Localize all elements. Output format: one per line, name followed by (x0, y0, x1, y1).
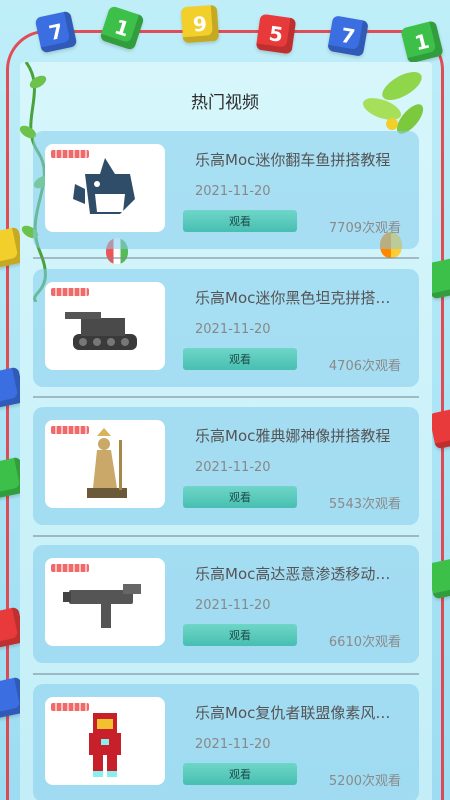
watch-button[interactable]: 观看 (183, 348, 297, 370)
video-thumbnail[interactable] (45, 282, 165, 370)
page-title: 热门视频 (191, 93, 259, 113)
video-thumbnail[interactable] (45, 420, 165, 508)
divider (33, 257, 419, 259)
divider (33, 535, 419, 537)
number-cube-icon: 7 (327, 15, 369, 57)
number-cube-icon: 7 (34, 10, 78, 54)
video-thumbnail[interactable] (45, 558, 165, 646)
number-cube-icon: 5 (255, 13, 297, 55)
video-title: 乐高Moc复仇者联盟像素风… (195, 704, 391, 722)
video-thumbnail[interactable] (45, 697, 165, 785)
watch-button[interactable]: 观看 (183, 763, 297, 785)
ribbon-badge (51, 426, 89, 434)
video-card[interactable]: 乐高Moc迷你黑色坦克拼搭… 2021-11-20 观看 4706次观看 (33, 269, 419, 387)
video-date: 2021-11-20 (195, 460, 271, 475)
watch-button[interactable]: 观看 (183, 486, 297, 508)
video-title: 乐高Moc高达恶意渗透移动… (195, 565, 391, 583)
view-count: 6610次观看 (328, 635, 401, 650)
video-date: 2021-11-20 (195, 737, 271, 752)
watch-button[interactable]: 观看 (183, 210, 297, 232)
ribbon-badge (51, 703, 89, 711)
video-title: 乐高Moc雅典娜神像拼搭教程 (195, 427, 391, 445)
video-card[interactable]: 乐高Moc复仇者联盟像素风… 2021-11-20 观看 5200次观看 (33, 684, 419, 800)
video-title: 乐高Moc迷你黑色坦克拼搭… (195, 289, 391, 307)
video-date: 2021-11-20 (195, 598, 271, 613)
ribbon-badge (51, 288, 89, 296)
video-card[interactable]: 乐高Moc雅典娜神像拼搭教程 2021-11-20 观看 5543次观看 (33, 407, 419, 525)
ribbon-badge (51, 150, 89, 158)
divider (33, 673, 419, 675)
view-count: 5200次观看 (328, 774, 401, 789)
video-thumbnail[interactable] (45, 144, 165, 232)
divider (33, 396, 419, 398)
view-count: 4706次观看 (328, 359, 401, 374)
number-cube-icon: 9 (180, 4, 220, 44)
view-count: 5543次观看 (328, 497, 401, 512)
watch-button[interactable]: 观看 (183, 624, 297, 646)
ribbon-badge (51, 564, 89, 572)
video-card[interactable]: 乐高Moc迷你翻车鱼拼搭教程 2021-11-20 观看 7709次观看 (33, 131, 419, 249)
video-date: 2021-11-20 (195, 184, 271, 199)
video-title: 乐高Moc迷你翻车鱼拼搭教程 (195, 151, 391, 169)
video-date: 2021-11-20 (195, 322, 271, 337)
video-card[interactable]: 乐高Moc高达恶意渗透移动… 2021-11-20 观看 6610次观看 (33, 545, 419, 663)
view-count: 7709次观看 (328, 221, 401, 236)
